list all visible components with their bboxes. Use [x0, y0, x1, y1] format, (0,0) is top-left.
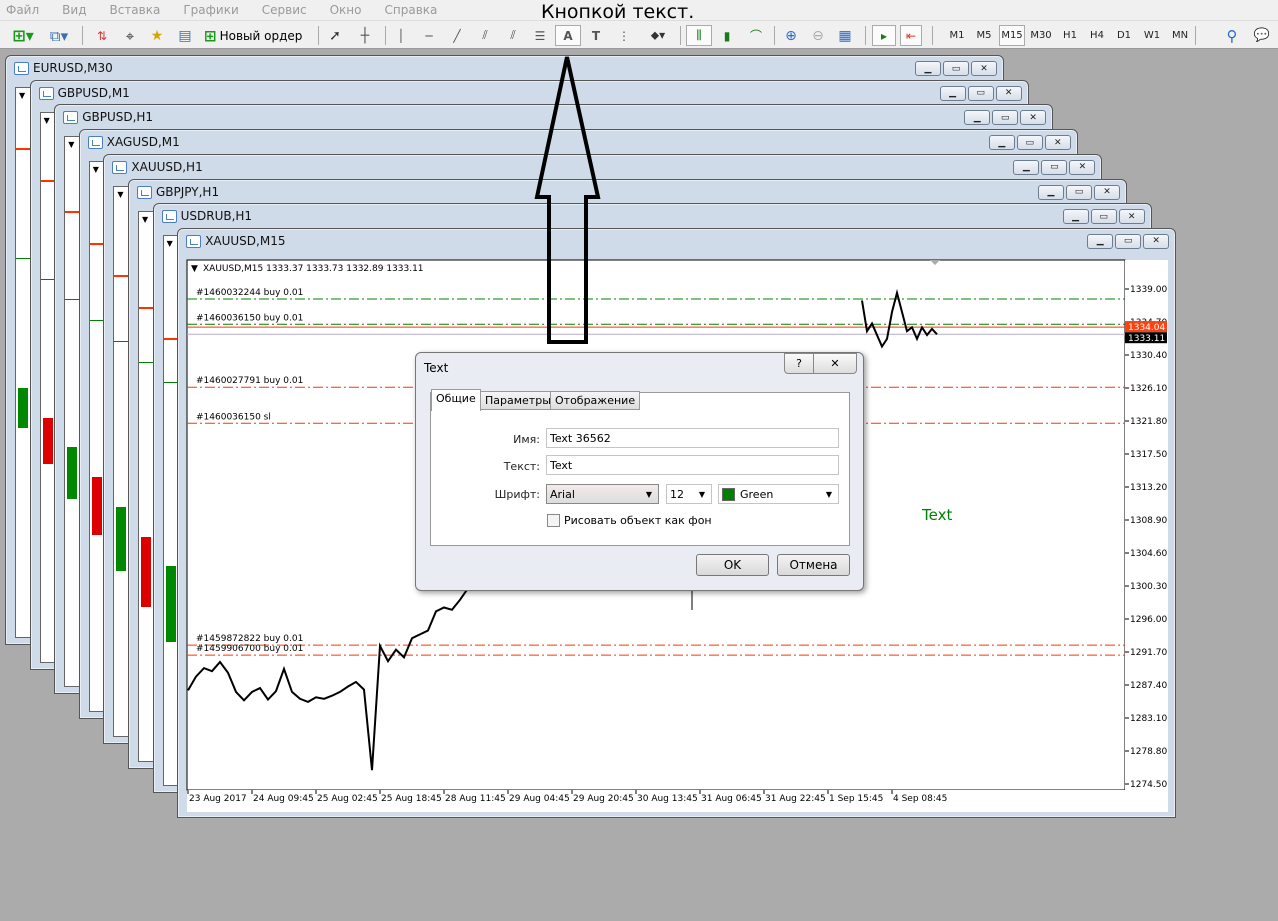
font-select[interactable]: Arial ▼	[546, 484, 659, 504]
font-size-select[interactable]: 12 ▼	[666, 484, 712, 504]
text-input[interactable]: Text	[546, 455, 839, 475]
font-size-value: 12	[670, 487, 684, 501]
tab-label: Параметры	[485, 394, 551, 407]
ok-button[interactable]: OK	[696, 554, 769, 576]
cancel-button[interactable]: Отмена	[777, 554, 850, 576]
name-input[interactable]: Text 36562	[546, 428, 839, 448]
font-value: Arial	[550, 487, 575, 501]
color-value: Green	[740, 487, 774, 501]
chevron-down-icon: ▼	[645, 489, 652, 499]
color-select[interactable]: Green ▼	[718, 484, 839, 504]
tab-label: Отображение	[555, 394, 636, 407]
font-label: Шрифт:	[494, 488, 540, 501]
chevron-down-icon: ▼	[698, 489, 705, 499]
background-checkbox-row[interactable]: Рисовать объект как фон	[547, 514, 712, 527]
text-label: Текст:	[503, 460, 540, 473]
color-swatch	[722, 487, 735, 501]
close-button[interactable]: ✕	[813, 353, 857, 374]
text-properties-dialog: Text ? ✕ Общие Параметры Отображение Общ…	[415, 352, 864, 591]
help-button[interactable]: ?	[784, 353, 814, 374]
tab-parameters[interactable]: Параметры	[480, 391, 556, 410]
background-checkbox-label: Рисовать объект как фон	[564, 514, 712, 527]
dialog-title: Text	[424, 361, 449, 375]
chart-text-object[interactable]: Text	[922, 506, 952, 524]
background-checkbox[interactable]	[547, 514, 560, 527]
tab-label: Общие	[436, 392, 476, 405]
chevron-down-icon: ▼	[825, 489, 832, 499]
tab-general-active[interactable]: Общие	[431, 389, 481, 411]
name-label: Имя:	[513, 433, 540, 446]
tab-display[interactable]: Отображение	[550, 391, 641, 410]
